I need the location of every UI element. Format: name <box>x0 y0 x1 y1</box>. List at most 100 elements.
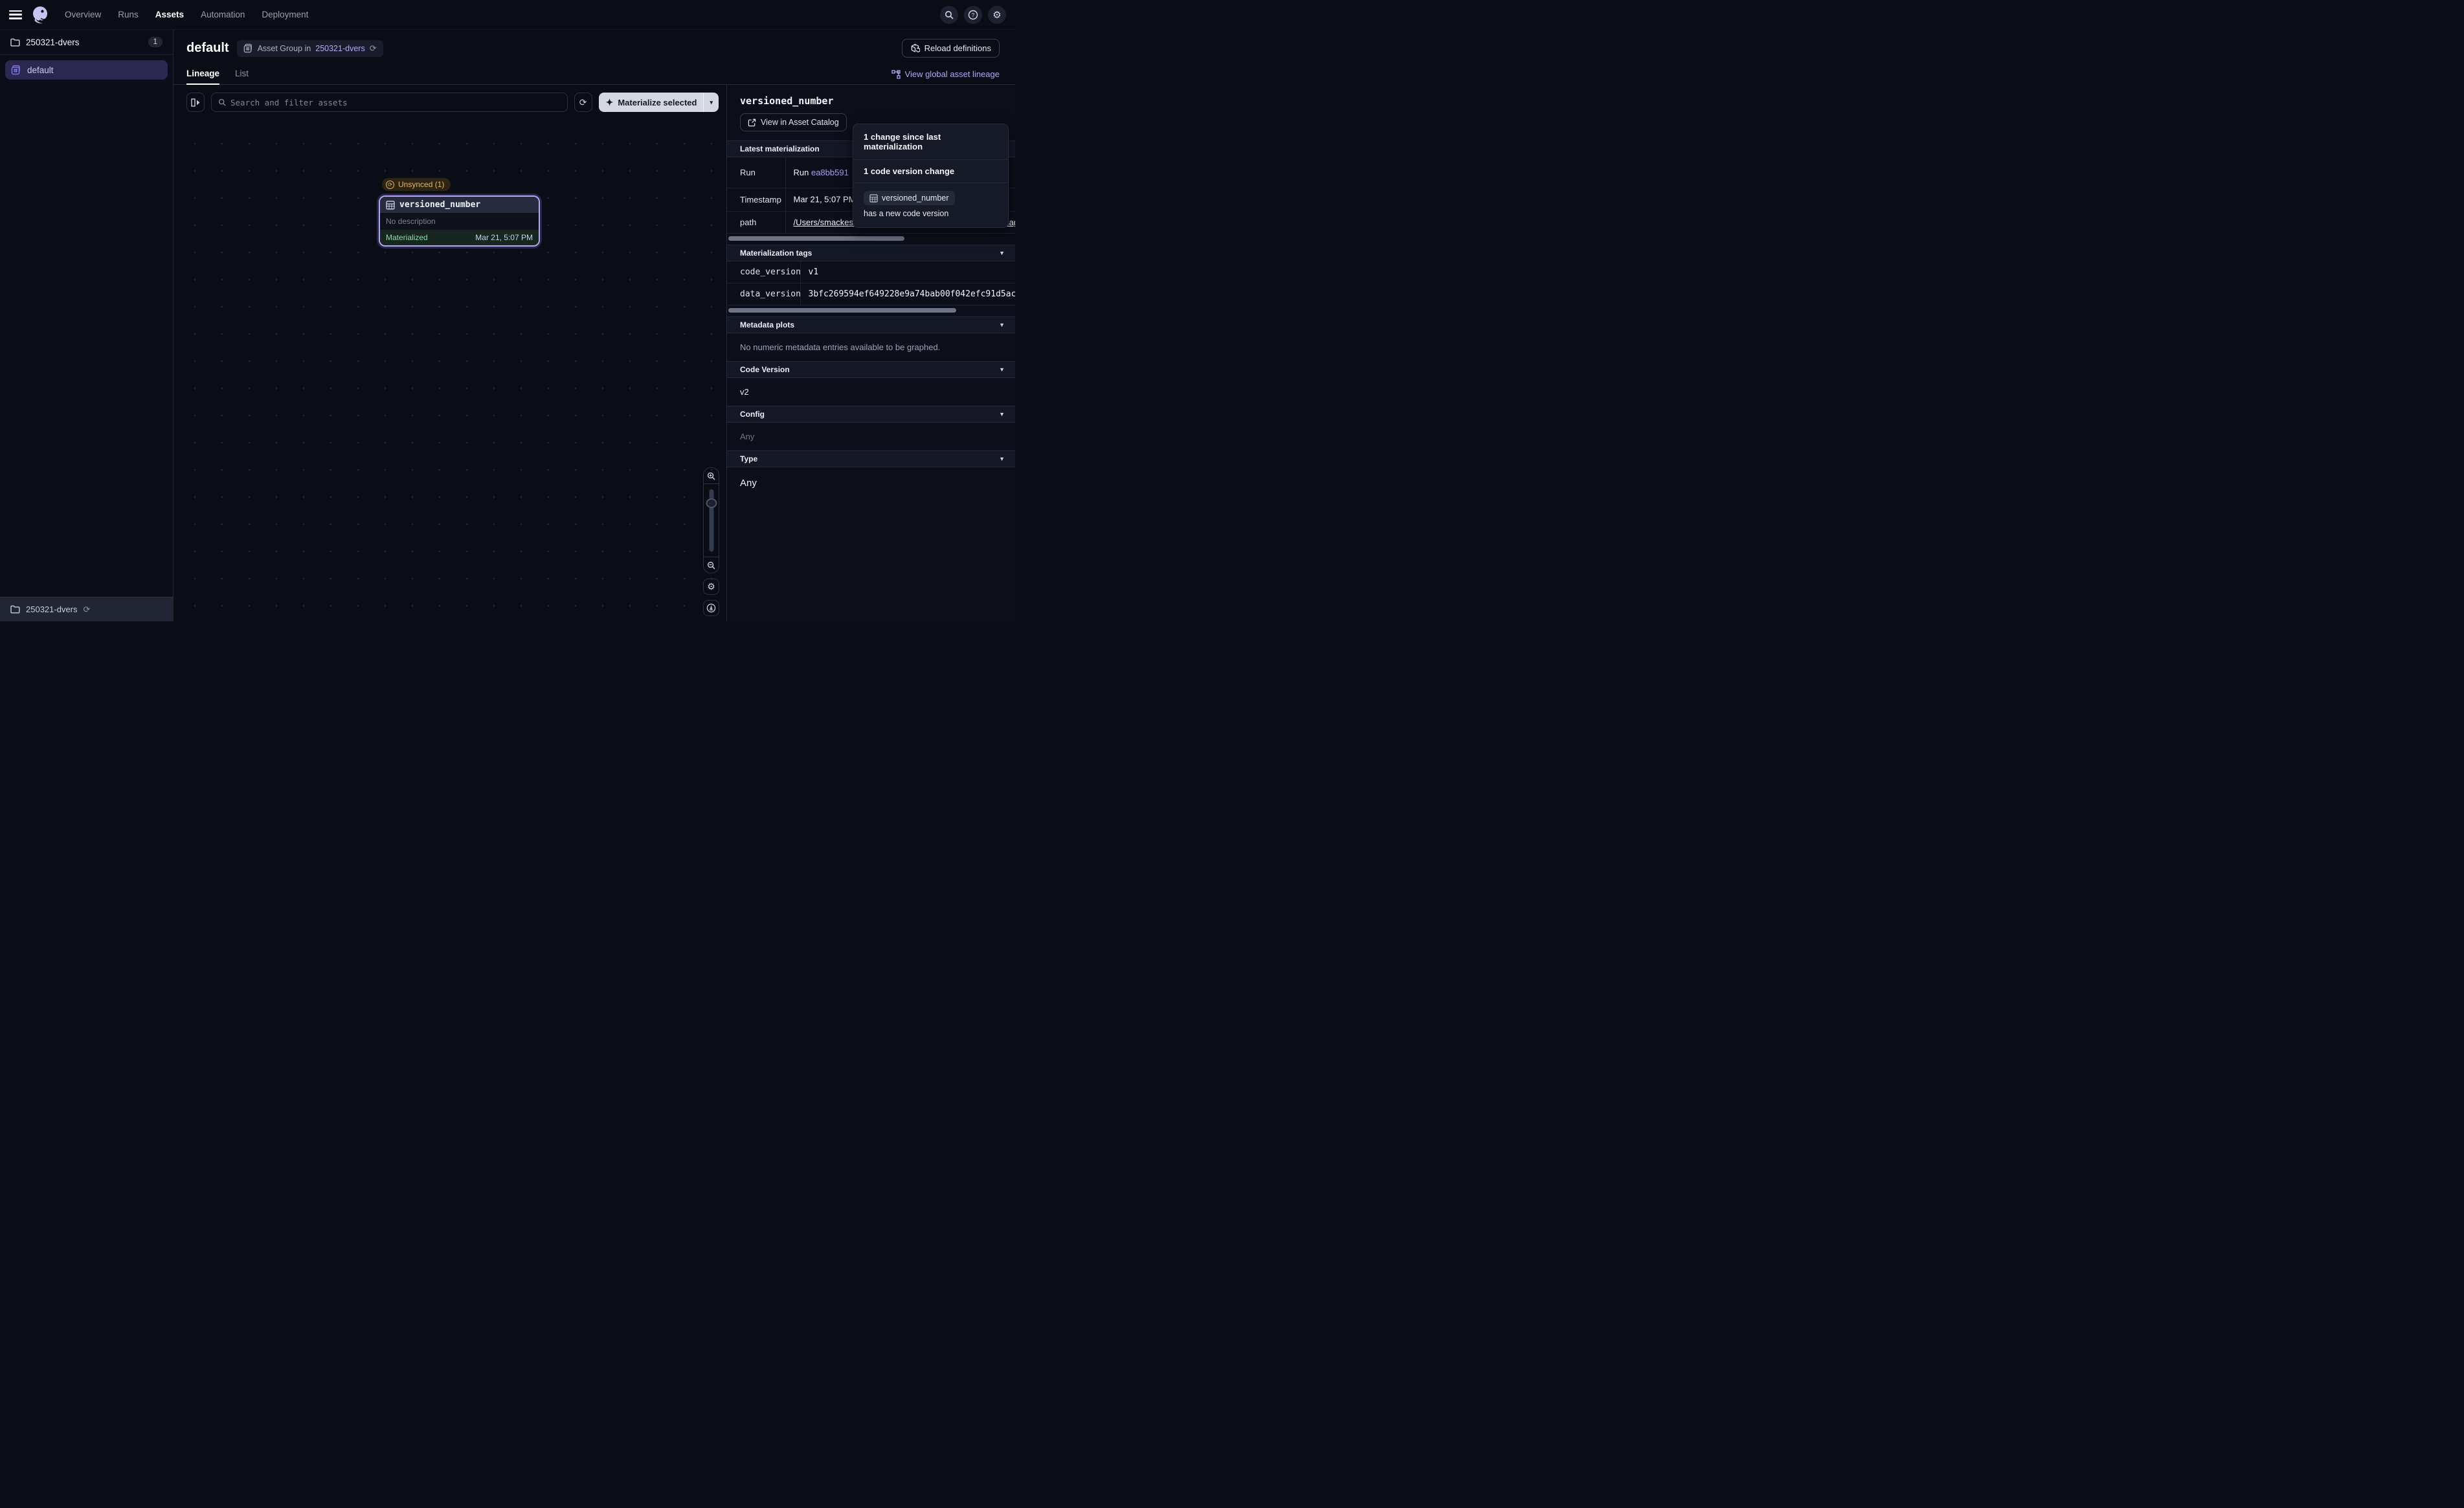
chevron-down-icon[interactable]: ▼ <box>999 366 1005 373</box>
chevron-down-icon[interactable]: ▼ <box>999 250 1005 256</box>
section-materialization-tags-label: Materialization tags <box>740 249 812 258</box>
asset-node-versioned-number[interactable]: versioned_number No description Material… <box>379 195 540 247</box>
table-row: code_version v1 <box>727 261 1015 283</box>
tabs-row: Lineage List View global asset lineage <box>174 61 1015 85</box>
tab-lineage[interactable]: Lineage <box>186 69 219 84</box>
changes-popover: 1 change since last materialization 1 co… <box>853 124 1009 228</box>
asset-group-badge-text: Asset Group in <box>258 44 311 53</box>
gear-icon: ⚙ <box>992 9 1001 21</box>
node-status: Materialized <box>386 233 428 242</box>
materialize-options-caret[interactable]: ▾ <box>703 93 719 112</box>
zoom-slider-thumb[interactable] <box>706 498 717 508</box>
lineage-toolbar: ⟳ ✦ Materialize selected ▾ <box>174 85 726 120</box>
nav-item-overview[interactable]: Overview <box>65 10 101 19</box>
sidebar-item-label: default <box>27 65 54 75</box>
view-in-asset-catalog-button[interactable]: View in Asset Catalog <box>740 113 847 131</box>
nav-item-deployment[interactable]: Deployment <box>262 10 308 19</box>
metadata-plots-body: No numeric metadata entries available to… <box>727 333 1015 361</box>
section-code-version-label: Code Version <box>740 365 790 374</box>
menu-icon[interactable] <box>9 10 22 19</box>
caret-down-icon: ▾ <box>710 99 713 106</box>
tab-list[interactable]: List <box>235 69 249 84</box>
section-code-version[interactable]: Code Version ▼ <box>727 361 1015 378</box>
asset-chip[interactable]: versioned_number <box>864 191 955 205</box>
materialize-selected-label: Materialize selected <box>618 98 697 107</box>
chevron-down-icon[interactable]: ▼ <box>999 456 1005 462</box>
popover-change-row: versioned_number has a new code version <box>853 183 1008 227</box>
run-row-label: Run <box>727 157 785 188</box>
reload-definitions-icon <box>910 43 920 53</box>
download-icon <box>706 603 716 613</box>
dagster-logo-icon[interactable] <box>31 5 50 25</box>
page-title: default <box>186 41 229 56</box>
sidebar-item-default[interactable]: default <box>5 60 168 80</box>
zoom-in-button[interactable] <box>704 468 719 484</box>
svg-text:?: ? <box>972 12 975 18</box>
canvas-controls: ⚙ <box>703 467 719 616</box>
unsynced-icon: ⟳ <box>386 181 394 189</box>
gear-icon: ⚙ <box>707 581 715 592</box>
path-row-label: path <box>727 212 785 234</box>
sidebar-footer[interactable]: 250321-dvers ⟳ <box>0 597 173 621</box>
download-graph-button[interactable] <box>703 600 719 616</box>
nav-item-assets[interactable]: Assets <box>155 10 184 19</box>
code-version-value: v1 <box>800 261 1015 283</box>
page-header: default Asset Group in 250321-dvers ⟳ Re… <box>174 30 1015 61</box>
section-config-label: Config <box>740 410 765 419</box>
chevron-down-icon[interactable]: ▼ <box>999 322 1005 328</box>
materialize-selected-button[interactable]: ✦ Materialize selected ▾ <box>599 93 719 112</box>
expand-panel-button[interactable] <box>186 93 205 112</box>
nav-item-automation[interactable]: Automation <box>201 10 245 19</box>
lineage-canvas[interactable]: ⟳ Unsynced (1) versioned_number No descr… <box>174 120 726 621</box>
section-metadata-plots[interactable]: Metadata plots ▼ <box>727 316 1015 333</box>
settings-button[interactable]: ⚙ <box>988 6 1006 24</box>
folder-icon <box>10 38 20 47</box>
external-link-icon <box>748 118 756 127</box>
asset-group-icon <box>243 43 253 53</box>
horizontal-scrollbar[interactable] <box>728 308 956 313</box>
chevron-down-icon[interactable]: ▼ <box>999 411 1005 417</box>
reload-definitions-label: Reload definitions <box>924 43 991 53</box>
code-version-body: v2 <box>727 378 1015 406</box>
help-button[interactable]: ? <box>964 6 982 24</box>
config-body: Any <box>727 423 1015 450</box>
timestamp-row-label: Timestamp <box>727 188 785 212</box>
reload-location-icon[interactable]: ⟳ <box>84 604 91 615</box>
node-unsynced-badge[interactable]: ⟳ Unsynced (1) <box>382 178 451 191</box>
horizontal-scrollbar[interactable] <box>728 236 904 241</box>
zoom-in-icon <box>707 472 715 480</box>
asset-group-badge-link[interactable]: 250321-dvers <box>315 44 364 53</box>
reload-definitions-button[interactable]: Reload definitions <box>902 39 1000 58</box>
asset-detail-panel: versioned_number View in Asset Catalog L… <box>727 85 1015 621</box>
help-icon: ? <box>968 10 978 20</box>
zoom-slider[interactable] <box>704 484 719 557</box>
refresh-graph-button[interactable]: ⟳ <box>574 93 592 112</box>
view-in-asset-catalog-label: View in Asset Catalog <box>761 118 839 127</box>
search-button[interactable] <box>940 6 958 24</box>
node-name: versioned_number <box>399 200 480 210</box>
refresh-icon[interactable]: ⟳ <box>370 43 377 54</box>
view-global-asset-lineage-label: View global asset lineage <box>905 69 1000 79</box>
node-status-row: Materialized Mar 21, 5:07 PM <box>380 230 539 245</box>
search-input[interactable] <box>230 98 561 107</box>
asset-search-box <box>211 93 568 112</box>
type-body: Any <box>727 467 1015 503</box>
popover-change-text: has a new code version <box>864 209 948 218</box>
data-version-label: data_version <box>727 283 800 305</box>
zoom-out-button[interactable] <box>704 557 719 573</box>
section-config[interactable]: Config ▼ <box>727 406 1015 423</box>
sidebar-group-row[interactable]: 250321-dvers 1 <box>0 30 173 54</box>
sparkle-icon: ✦ <box>606 98 614 107</box>
asset-chip-label: versioned_number <box>882 194 949 203</box>
section-type[interactable]: Type ▼ <box>727 450 1015 467</box>
nav-item-runs[interactable]: Runs <box>118 10 139 19</box>
section-metadata-plots-label: Metadata plots <box>740 320 794 329</box>
panel-expand-icon <box>191 98 201 107</box>
section-latest-materialization-label: Latest materialization <box>740 144 820 153</box>
asset-group-icon <box>11 65 21 75</box>
node-description: No description <box>380 213 539 230</box>
section-materialization-tags[interactable]: Materialization tags ▼ <box>727 245 1015 261</box>
graph-settings-button[interactable]: ⚙ <box>703 579 719 595</box>
view-global-asset-lineage-link[interactable]: View global asset lineage <box>891 69 1000 84</box>
run-id-link[interactable]: ea8bb591 <box>811 168 849 177</box>
